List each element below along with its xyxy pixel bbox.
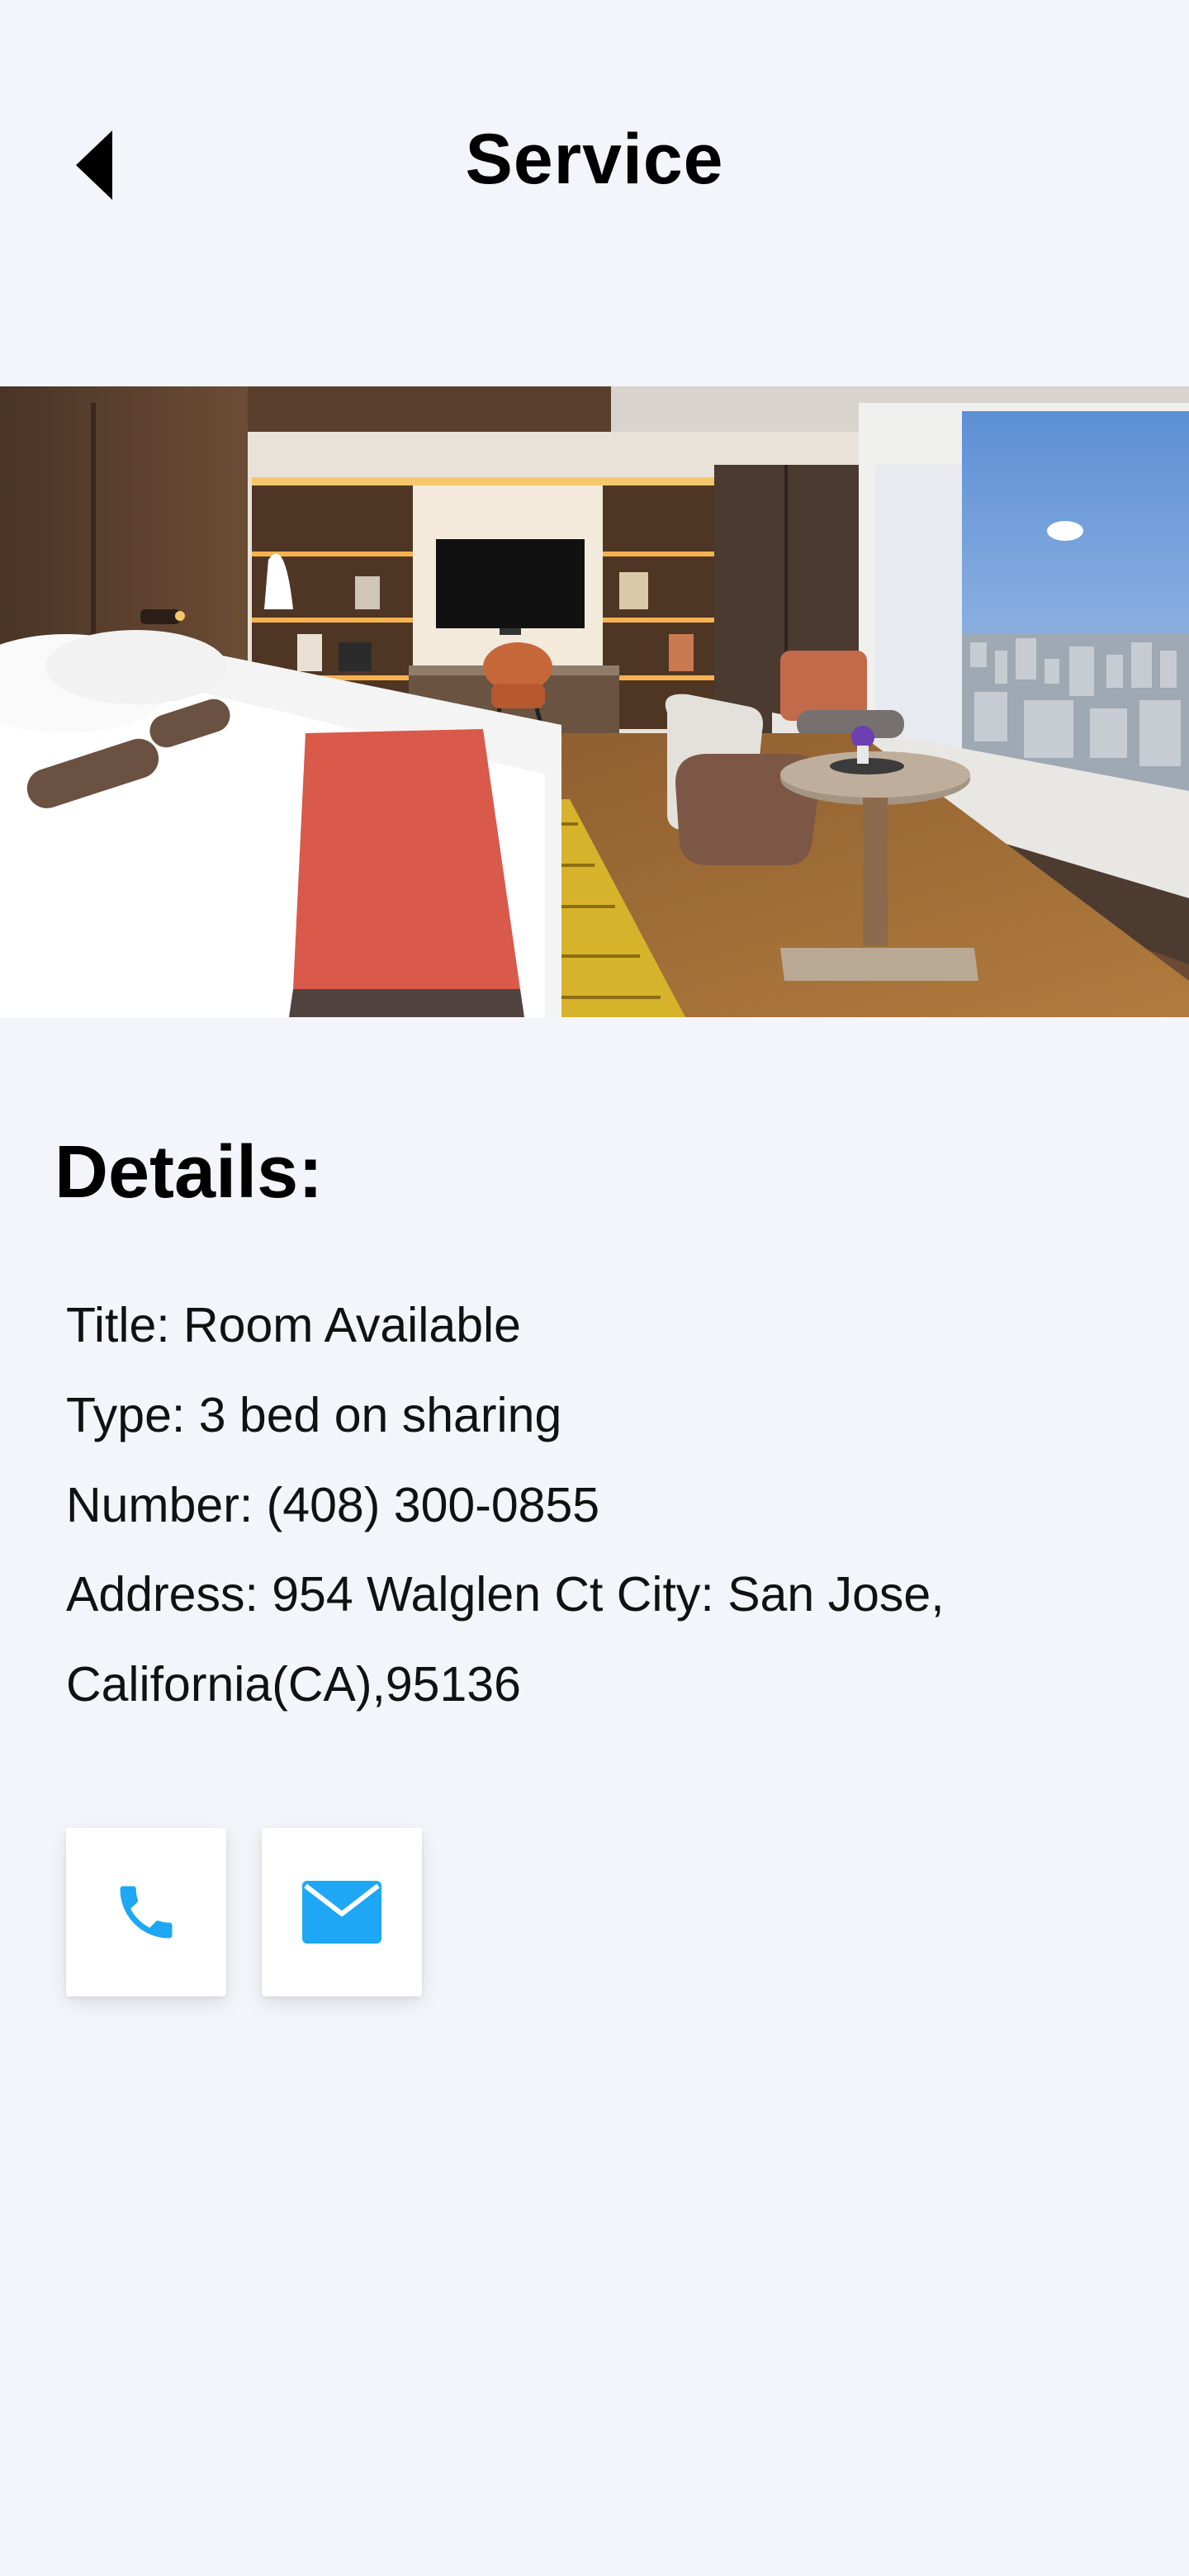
email-button[interactable] [262,1828,422,1996]
detail-address-line2: California(CA),95136 [66,1657,521,1712]
page-title: Service [465,120,724,199]
detail-number: Number: (408) 300-0855 [66,1478,600,1532]
detail-address-line1: Address: 954 Walglen Ct City: San Jose, [66,1567,945,1622]
mail-icon [302,1881,381,1944]
header: Service [0,0,1189,322]
call-button[interactable] [66,1828,226,1996]
hotel-room-illustration [0,386,1189,1017]
details-heading: Details: [54,1131,324,1214]
detail-type: Type: 3 bed on sharing [66,1388,562,1442]
phone-icon [120,1886,173,1939]
detail-title: Title: Room Available [66,1298,521,1352]
hero-image [0,386,1189,1017]
